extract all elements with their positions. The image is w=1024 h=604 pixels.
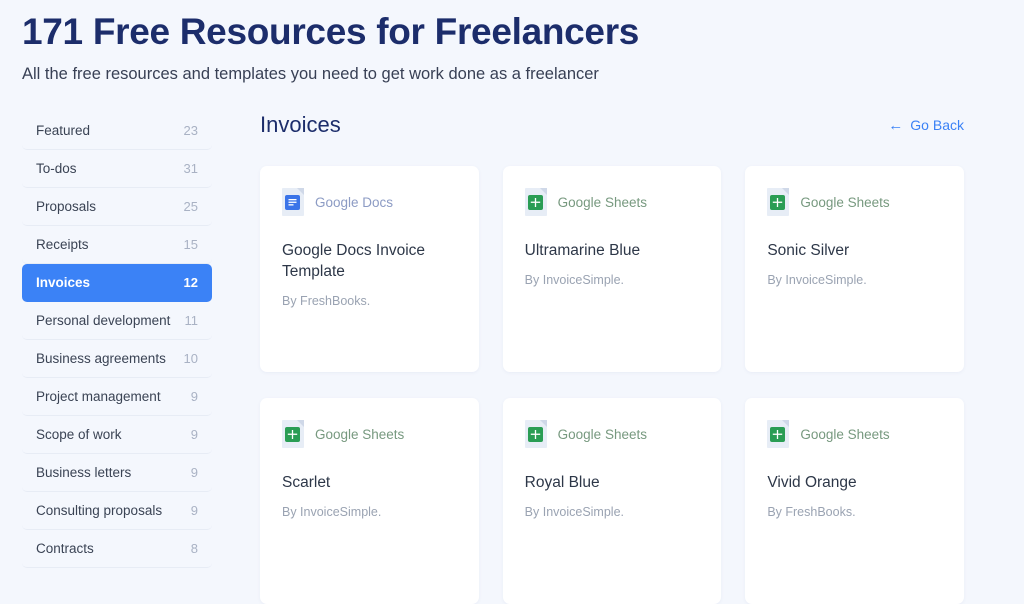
sidebar-item-label: Receipts <box>36 237 89 252</box>
card-source-label: Google Sheets <box>557 426 647 442</box>
card-source-label: Google Docs <box>315 194 394 210</box>
sidebar-item-count: 25 <box>183 199 198 214</box>
page-body: Featured 23 To-dos 31 Proposals 25 Receipts 15 I… <box>0 86 1024 604</box>
sidebar-item-consulting-proposals[interactable]: Consulting proposals 9 <box>22 492 212 530</box>
card-source: Google Sheets <box>524 188 700 216</box>
resource-card[interactable]: Google Sheets Sonic Silver By InvoiceSimpl… <box>745 166 964 372</box>
sidebar-item-count: 15 <box>183 237 198 252</box>
resource-card[interactable]: Google Sheets Ultramarine Blue By InvoiceS… <box>502 166 722 372</box>
sidebar-item-contracts[interactable]: Contracts 8 <box>22 530 212 568</box>
card-author: By InvoiceSimple. <box>524 505 625 519</box>
google-sheets-icon <box>524 188 547 216</box>
card-source-label: Google Sheets <box>800 426 890 442</box>
sidebar-item-business-letters[interactable]: Business letters 9 <box>22 454 212 492</box>
card-title: Vivid Orange <box>767 474 857 491</box>
card-source: Google Docs <box>282 188 457 216</box>
sidebar-item-count: 9 <box>190 389 198 404</box>
sidebar-item-label: Personal development <box>36 313 171 328</box>
card-title: Sonic Silver <box>767 242 850 259</box>
sidebar-item-count: 9 <box>190 427 198 442</box>
card-author: By FreshBooks. <box>282 294 371 308</box>
card-title: Google Docs Invoice Template <box>282 242 426 280</box>
sidebar-item-label: Consulting proposals <box>36 503 163 518</box>
google-sheets-icon <box>282 420 304 448</box>
resource-card[interactable]: Google Sheets Scarlet By InvoiceSimple. <box>260 398 479 604</box>
card-title: Royal Blue <box>524 474 600 491</box>
sidebar-item-invoices[interactable]: Invoices 12 <box>22 264 212 302</box>
category-sidebar: Featured 23 To-dos 31 Proposals 25 Receipts 15 I… <box>22 112 212 568</box>
sidebar-item-label: Featured <box>36 123 91 138</box>
arrow-left-icon: ← <box>888 116 904 134</box>
sidebar-item-count: 23 <box>183 123 198 138</box>
sidebar-item-personal-development[interactable]: Personal development 11 <box>22 302 212 340</box>
sidebar-item-count: 12 <box>183 275 198 290</box>
resource-card[interactable]: Google Sheets Royal Blue By InvoiceSimple. <box>502 398 722 604</box>
sidebar-item-count: 11 <box>184 313 199 328</box>
card-author: By InvoiceSimple. <box>282 505 382 519</box>
card-source-label: Google Sheets <box>800 194 890 210</box>
page-subtitle: All the free resources and templates you… <box>22 65 599 83</box>
card-source-label: Google Sheets <box>557 194 647 210</box>
go-back-label: Go Back <box>910 117 964 133</box>
google-sheets-icon <box>524 420 547 448</box>
card-author: By InvoiceSimple. <box>767 273 867 287</box>
sidebar-item-count: 9 <box>190 465 198 480</box>
resource-card-grid: Google Docs Google Docs Invoice Template B… <box>260 166 964 604</box>
sidebar-item-label: To-dos <box>36 161 77 176</box>
card-title: Ultramarine Blue <box>524 242 641 259</box>
content-header: Invoices ← Go Back <box>260 112 964 138</box>
card-source: Google Sheets <box>767 188 942 216</box>
sidebar-item-count: 10 <box>183 351 198 366</box>
sidebar-item-count: 31 <box>183 161 198 176</box>
resource-card[interactable]: Google Sheets Vivid Orange By FreshBooks. <box>745 398 964 604</box>
sidebar-item-label: Business letters <box>36 465 132 480</box>
sidebar-item-label: Project management <box>36 389 161 404</box>
sidebar-item-label: Scope of work <box>36 427 122 442</box>
main-content: Invoices ← Go Back Google Docs Google Doc… <box>260 112 1024 604</box>
sidebar-item-label: Contracts <box>36 541 94 556</box>
sidebar-item-featured[interactable]: Featured 23 <box>22 112 212 150</box>
card-source: Google Sheets <box>524 420 700 448</box>
resources-page: 171 Free Resources for Freelancers All t… <box>0 0 1024 604</box>
sidebar-item-label: Proposals <box>36 199 97 214</box>
card-source: Google Sheets <box>282 420 457 448</box>
google-sheets-icon <box>767 188 790 216</box>
card-title: Scarlet <box>282 474 331 491</box>
sidebar-item-project-management[interactable]: Project management 9 <box>22 378 212 416</box>
card-author: By InvoiceSimple. <box>524 273 625 287</box>
card-author: By FreshBooks. <box>767 505 856 519</box>
card-source-label: Google Sheets <box>315 426 405 442</box>
sidebar-item-proposals[interactable]: Proposals 25 <box>22 188 212 226</box>
sidebar-item-to-dos[interactable]: To-dos 31 <box>22 150 212 188</box>
sidebar-item-count: 9 <box>190 503 198 518</box>
card-source: Google Sheets <box>767 420 942 448</box>
resource-card[interactable]: Google Docs Google Docs Invoice Template B… <box>260 166 479 372</box>
sidebar-item-scope-of-work[interactable]: Scope of work 9 <box>22 416 212 454</box>
sidebar-item-receipts[interactable]: Receipts 15 <box>22 226 212 264</box>
sidebar-item-business-agreements[interactable]: Business agreements 10 <box>22 340 212 378</box>
google-sheets-icon <box>767 420 790 448</box>
page-title: 171 Free Resources for Freelancers <box>22 11 640 52</box>
page-header: 171 Free Resources for Freelancers All t… <box>0 0 1024 86</box>
sidebar-item-label: Business agreements <box>36 351 166 366</box>
section-title: Invoices <box>260 112 341 137</box>
go-back-link[interactable]: ← Go Back <box>888 117 964 133</box>
sidebar-item-label: Invoices <box>36 275 91 290</box>
google-docs-icon <box>282 188 304 216</box>
sidebar-item-count: 8 <box>190 541 198 556</box>
